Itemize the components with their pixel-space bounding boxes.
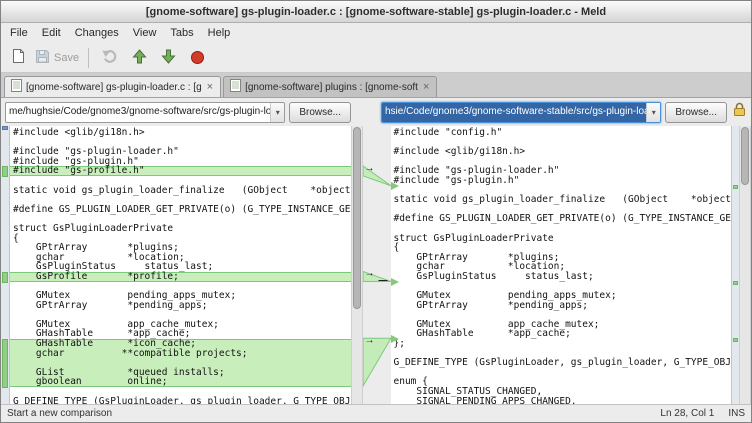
code-line[interactable]: GPtrArray *pending_apps; xyxy=(391,301,732,311)
right-scrollbar-thumb[interactable] xyxy=(741,127,749,185)
code-line[interactable]: #include <glib/gi18n.h> xyxy=(10,128,351,138)
menu-bar: File Edit Changes View Tabs Help xyxy=(1,23,751,43)
diff-map-tick xyxy=(2,339,8,388)
diff-map-tick xyxy=(733,338,738,342)
right-editor[interactable]: #include "config.h" #include <glib/gi18n… xyxy=(391,126,732,404)
lock-wrap xyxy=(731,102,747,122)
next-change-button[interactable] xyxy=(155,46,181,70)
code-line[interactable]: struct GsPluginLoaderPrivate xyxy=(391,234,732,244)
comparison-tab[interactable]: [gnome-software] plugins : [gnome-soft × xyxy=(223,76,437,97)
undo-button[interactable] xyxy=(97,46,123,70)
diff-area: #include <glib/gi18n.h> #include "gs-plu… xyxy=(1,126,751,404)
left-browse-button[interactable]: Browse... xyxy=(289,102,351,123)
left-file-path: me/hughsie/Code/gnome3/gnome-software/sr… xyxy=(6,103,270,122)
comparison-tab[interactable]: [gnome-software] gs-plugin-loader.c : [g… xyxy=(4,76,221,97)
menu-item[interactable]: Help xyxy=(201,24,238,42)
window-title: [gnome-software] gs-plugin-loader.c : [g… xyxy=(146,6,606,18)
left-file-combobox[interactable]: me/hughsie/Code/gnome3/gnome-software/sr… xyxy=(5,102,285,123)
right-file-combobox[interactable]: hsie/Code/gnome3/gnome-software-stable/s… xyxy=(381,102,661,123)
code-line[interactable]: #include <glib/gi18n.h> xyxy=(391,147,732,157)
menu-item[interactable]: View xyxy=(126,24,164,42)
menu-item[interactable]: Edit xyxy=(35,24,68,42)
meld-window: [gnome-software] gs-plugin-loader.c : [g… xyxy=(0,0,752,423)
new-comparison-button[interactable] xyxy=(5,46,31,70)
tab-label: [gnome-software] plugins : [gnome-soft xyxy=(245,82,418,93)
file-selector-row: me/hughsie/Code/gnome3/gnome-software/sr… xyxy=(1,98,751,126)
right-file-path: hsie/Code/gnome3/gnome-software-stable/s… xyxy=(382,103,646,122)
code-line[interactable]: gboolean online; xyxy=(10,377,351,387)
push-change-right-icon[interactable]: → xyxy=(365,164,375,174)
code-line[interactable]: #include "config.h" xyxy=(391,128,732,138)
chevron-down-icon[interactable]: ▾ xyxy=(646,103,660,122)
left-diff-map[interactable] xyxy=(1,126,10,404)
right-file-group: hsie/Code/gnome3/gnome-software-stable/s… xyxy=(381,102,727,123)
previous-change-button[interactable] xyxy=(126,46,152,70)
status-bar: Start a new comparison Ln 28, Col 1 INS xyxy=(1,404,751,422)
cursor-position: Ln 28, Col 1 xyxy=(660,408,714,419)
right-browse-button[interactable]: Browse... xyxy=(665,102,727,123)
tab-label: [gnome-software] gs-plugin-loader.c : [g xyxy=(26,82,202,93)
tab-close-icon[interactable]: × xyxy=(422,82,430,93)
arrow-up-icon xyxy=(132,49,147,67)
code-line[interactable]: gchar **compatible_projects; xyxy=(10,349,351,359)
tab-bar: [gnome-software] gs-plugin-loader.c : [g… xyxy=(1,73,751,98)
right-scrollbar[interactable] xyxy=(739,126,751,404)
code-line[interactable]: #include "gs-profile.h" xyxy=(10,166,351,176)
left-scrollbar-thumb[interactable] xyxy=(353,127,361,309)
undo-icon xyxy=(102,48,118,67)
left-editor[interactable]: #include <glib/gi18n.h> #include "gs-plu… xyxy=(10,126,351,404)
right-diff-map[interactable] xyxy=(731,126,739,404)
title-bar: [gnome-software] gs-plugin-loader.c : [g… xyxy=(1,1,751,23)
chevron-down-icon[interactable]: ▾ xyxy=(270,103,284,122)
file-diff-icon xyxy=(230,79,241,95)
diff-map-tick xyxy=(2,272,8,283)
save-button[interactable]: Save xyxy=(34,46,80,70)
save-floppy-icon xyxy=(35,49,50,67)
code-line[interactable]: GHashTable *app_cache; xyxy=(391,329,732,339)
input-mode: INS xyxy=(728,408,745,419)
code-line[interactable]: G_DEFINE_TYPE (GsPluginLoader, gs_plugin… xyxy=(391,358,732,368)
code-line[interactable] xyxy=(391,368,732,378)
menu-item[interactable]: File xyxy=(3,24,35,42)
toolbar: Save xyxy=(1,43,751,73)
diff-map-tick xyxy=(733,281,738,285)
code-line[interactable]: GsPluginStatus status_last; xyxy=(391,272,732,282)
code-line[interactable]: SIGNAL_PENDING_APPS_CHANGED, xyxy=(391,397,732,404)
menu-item[interactable]: Tabs xyxy=(163,24,200,42)
diff-map-tick xyxy=(2,126,8,130)
left-scrollbar[interactable] xyxy=(351,126,363,404)
code-line[interactable]: static void gs_plugin_loader_finalize (G… xyxy=(10,186,351,196)
code-line[interactable]: }; xyxy=(391,339,732,349)
code-line[interactable]: #define GS_PLUGIN_LOADER_GET_PRIVATE(o) … xyxy=(391,214,732,224)
toolbar-separator xyxy=(88,48,89,68)
left-file-group: me/hughsie/Code/gnome3/gnome-software/sr… xyxy=(5,102,351,123)
status-message: Start a new comparison xyxy=(7,408,646,419)
code-line[interactable]: GPtrArray *pending_apps; xyxy=(10,301,351,311)
push-change-right-icon[interactable]: → xyxy=(365,336,375,346)
change-gutter: → → → — xyxy=(363,126,391,404)
code-line[interactable]: GsProfile *profile; xyxy=(10,272,351,282)
file-diff-icon xyxy=(11,79,22,95)
code-line[interactable]: #include "gs-plugin.h" xyxy=(391,176,732,186)
new-document-icon xyxy=(11,48,26,67)
diff-map-tick xyxy=(733,185,738,189)
code-line[interactable]: struct GsPluginLoaderPrivate xyxy=(10,224,351,234)
diff-map-tick xyxy=(2,166,8,177)
menu-item[interactable]: Changes xyxy=(68,24,126,42)
arrow-down-icon xyxy=(161,49,176,67)
code-line[interactable]: G_DEFINE_TYPE (GsPluginLoader, gs_plugin… xyxy=(10,397,351,404)
code-line[interactable]: #define GS_PLUGIN_LOADER_GET_PRIVATE(o) … xyxy=(10,205,351,215)
save-button-label: Save xyxy=(54,52,79,64)
tab-close-icon[interactable]: × xyxy=(206,82,214,93)
stop-button[interactable] xyxy=(184,46,210,70)
delete-change-icon[interactable]: — xyxy=(379,275,388,285)
stop-icon xyxy=(191,51,204,64)
push-change-right-icon[interactable]: → xyxy=(365,269,375,279)
lock-icon[interactable] xyxy=(733,102,746,122)
code-line[interactable]: static void gs_plugin_loader_finalize (G… xyxy=(391,195,732,205)
